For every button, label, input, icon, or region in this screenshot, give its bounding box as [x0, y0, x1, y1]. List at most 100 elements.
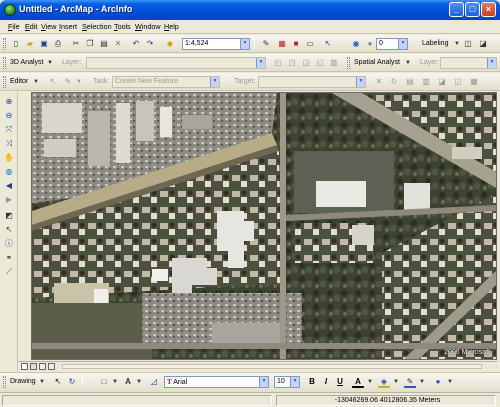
find-binoculars-icon[interactable]: ⚭: [3, 252, 15, 264]
zoom-out-icon[interactable]: ⊖: [3, 110, 15, 122]
forward-arrow-icon[interactable]: ▶: [3, 194, 15, 206]
measure-icon[interactable]: ⟋: [3, 266, 15, 278]
minimize-button[interactable]: _: [449, 2, 464, 17]
chevron-down-icon[interactable]: ▼: [44, 57, 56, 69]
whats-this-icon[interactable]: ↖: [322, 38, 334, 50]
toolbar-grip[interactable]: [347, 57, 350, 69]
fixed-zoom-in-icon[interactable]: ⤧: [3, 124, 15, 136]
circle-tool-icon[interactable]: ●: [364, 38, 376, 50]
back-arrow-icon[interactable]: ◀: [3, 180, 15, 192]
spatial-analyst-menu[interactable]: Spatial Analyst: [354, 59, 400, 66]
labeling-menu[interactable]: Labeling: [422, 40, 448, 47]
chevron-down-icon[interactable]: ▼: [240, 39, 249, 49]
full-extent-globe-icon[interactable]: ◍: [3, 166, 15, 178]
delete-icon[interactable]: ✕: [112, 38, 124, 50]
chevron-down-icon[interactable]: ▼: [444, 376, 456, 388]
chevron-down-icon[interactable]: ▼: [356, 77, 365, 87]
globe-service-icon[interactable]: ◉: [350, 38, 362, 50]
chevron-down-icon[interactable]: ▼: [133, 376, 145, 388]
toolbar-grip[interactable]: [3, 57, 6, 69]
sketch-properties-icon[interactable]: ▥: [420, 76, 432, 88]
toolbar-grip[interactable]: [3, 376, 6, 388]
value-combo[interactable]: 0 ▼: [376, 38, 408, 50]
menu-view[interactable]: View: [41, 22, 56, 31]
3d-tool-icon[interactable]: ◰: [272, 57, 284, 69]
marker-color-icon[interactable]: ●: [432, 376, 444, 388]
open-folder-icon[interactable]: ▰: [24, 38, 36, 50]
chevron-down-icon[interactable]: ▼: [416, 376, 428, 388]
font-color-icon[interactable]: A: [352, 376, 364, 388]
menu-tools[interactable]: Tools: [114, 22, 131, 31]
pause-drawing-icon[interactable]: [48, 363, 55, 370]
edit-vertices-icon[interactable]: ◿: [148, 376, 160, 388]
paste-icon[interactable]: ▤: [98, 38, 110, 50]
3d-tool-icon[interactable]: ◲: [300, 57, 312, 69]
menu-edit[interactable]: Edit: [25, 22, 37, 31]
target-combo[interactable]: ▼: [258, 76, 366, 88]
chevron-down-icon[interactable]: ▼: [487, 58, 496, 68]
layout-view-icon[interactable]: [30, 363, 37, 370]
edit-tool-icon[interactable]: ↖: [47, 76, 59, 88]
spatial-layer-combo[interactable]: ▼: [440, 57, 497, 69]
label-manager-icon[interactable]: ◫: [462, 38, 474, 50]
select-elements-icon[interactable]: ↖: [3, 224, 15, 236]
task-combo[interactable]: Create New Feature ▼: [112, 76, 220, 88]
menu-insert[interactable]: Insert: [59, 22, 77, 31]
print-icon[interactable]: ⎙: [52, 38, 64, 50]
chevron-down-icon[interactable]: ▼: [30, 76, 42, 88]
undo-icon[interactable]: ↶: [130, 38, 142, 50]
fixed-zoom-out-icon[interactable]: ⤨: [3, 138, 15, 150]
toolbar-grip[interactable]: [3, 38, 6, 50]
edit-tool-icon[interactable]: ◫: [452, 76, 464, 88]
horizontal-scrollbar[interactable]: [62, 364, 482, 369]
split-tool-icon[interactable]: ✕: [373, 76, 385, 88]
select-features-icon[interactable]: ◩: [3, 210, 15, 222]
3d-tool-icon[interactable]: ▥: [328, 57, 340, 69]
redo-icon[interactable]: ↷: [144, 38, 156, 50]
copy-icon[interactable]: ❐: [84, 38, 96, 50]
aerial-imagery[interactable]: [32, 93, 497, 360]
bold-button[interactable]: B: [306, 376, 318, 388]
font-combo[interactable]: T Arial ▼: [164, 376, 269, 388]
arcmap-app-icon[interactable]: [4, 4, 16, 16]
menu-file[interactable]: File: [8, 22, 20, 31]
identify-icon[interactable]: ⓘ: [3, 238, 15, 250]
toolbar-grip[interactable]: [3, 76, 6, 88]
command-line-icon[interactable]: ▭: [304, 38, 316, 50]
chevron-down-icon[interactable]: ▼: [73, 76, 85, 88]
maximize-button[interactable]: □: [465, 2, 480, 17]
chevron-down-icon[interactable]: ▼: [402, 57, 414, 69]
editor-toolbar-icon[interactable]: ✎: [260, 38, 272, 50]
attributes-icon[interactable]: ▤: [404, 76, 416, 88]
line-color-icon[interactable]: ✎: [404, 376, 416, 388]
arctoolbox-icon[interactable]: ▦: [276, 38, 288, 50]
chevron-down-icon[interactable]: ▼: [36, 376, 48, 388]
chevron-down-icon[interactable]: ▼: [390, 376, 402, 388]
pan-hand-icon[interactable]: ✋: [3, 152, 15, 164]
3d-tool-icon[interactable]: ◱: [314, 57, 326, 69]
font-size-combo[interactable]: 10 ▼: [274, 376, 300, 388]
rotate-tool-icon[interactable]: ↻: [388, 76, 400, 88]
data-view-icon[interactable]: [21, 363, 28, 370]
close-button[interactable]: ×: [481, 2, 496, 17]
chevron-down-icon[interactable]: ▼: [259, 377, 268, 387]
chevron-down-icon[interactable]: ▼: [109, 376, 121, 388]
save-icon[interactable]: ▣: [38, 38, 50, 50]
3d-tool-icon[interactable]: ◳: [286, 57, 298, 69]
drawing-menu[interactable]: Drawing: [10, 378, 36, 385]
label-options-icon[interactable]: ◪: [477, 38, 489, 50]
chevron-down-icon[interactable]: ▼: [398, 39, 407, 49]
map-scale-combo[interactable]: 1:4,524 ▼: [182, 38, 250, 50]
italic-button[interactable]: I: [320, 376, 332, 388]
add-data-icon[interactable]: ◆: [164, 38, 176, 50]
chevron-down-icon[interactable]: ▼: [364, 376, 376, 388]
fill-color-icon[interactable]: ◈: [378, 376, 390, 388]
chevron-down-icon[interactable]: ▼: [256, 58, 265, 68]
map-view[interactable]: 2006 Microsoft: [31, 92, 497, 360]
3d-layer-combo[interactable]: ▼: [86, 57, 266, 69]
refresh-view-icon[interactable]: [39, 363, 46, 370]
underline-button[interactable]: U: [334, 376, 346, 388]
menu-help[interactable]: Help: [164, 22, 179, 31]
rotate-icon[interactable]: ↻: [66, 376, 78, 388]
select-elements-icon[interactable]: ↖: [52, 376, 64, 388]
